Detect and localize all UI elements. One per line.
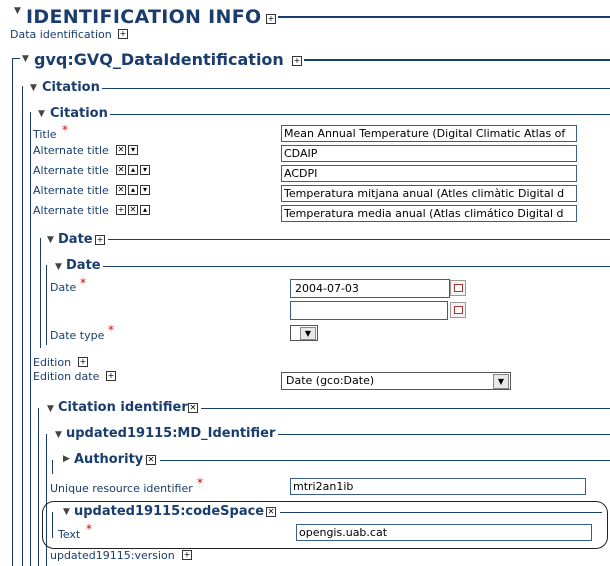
collapse-icon[interactable]: ▼ bbox=[38, 109, 45, 119]
collapse-icon[interactable]: ▼ bbox=[14, 6, 21, 16]
md-identifier-title: updated19115:MD_Identifier bbox=[66, 426, 276, 441]
code-space-title: updated19115:codeSpace bbox=[74, 504, 265, 519]
move-up-icon[interactable]: ▴ bbox=[128, 165, 138, 175]
alternate-title-label: Alternate title bbox=[33, 164, 109, 177]
add-plus-icon[interactable]: + bbox=[78, 357, 88, 367]
alternate-title-input-4[interactable]: Temperatura media anual (Atlas climático… bbox=[281, 205, 577, 222]
alternate-title-input-2[interactable]: ACDPI bbox=[281, 165, 577, 182]
title-input[interactable]: Mean Annual Temperature (Digital Climati… bbox=[281, 125, 577, 142]
expand-plus-icon[interactable]: + bbox=[266, 14, 276, 24]
expand-plus-icon[interactable]: + bbox=[95, 235, 105, 245]
calendar-icon[interactable] bbox=[450, 280, 466, 296]
date-type-select[interactable]: ▼ bbox=[290, 325, 318, 341]
collapse-icon[interactable]: ▼ bbox=[22, 54, 29, 64]
edition-label: Edition bbox=[33, 356, 72, 369]
edition-date-select[interactable]: Date (gco:Date) ▼ bbox=[281, 372, 511, 390]
date-input[interactable]: 2004-07-03 bbox=[290, 279, 450, 298]
date-inner-title: Date bbox=[66, 258, 101, 273]
date-label: Date bbox=[50, 281, 77, 294]
section-title: gvq:GVQ_DataIdentification bbox=[34, 50, 284, 69]
version-label: updated19115:version bbox=[50, 549, 175, 562]
alternate-title-label: Alternate title bbox=[33, 144, 109, 157]
collapse-icon[interactable]: ▼ bbox=[47, 235, 54, 245]
edition-date-label: Edition date bbox=[33, 370, 100, 383]
date-input-2[interactable] bbox=[290, 301, 448, 320]
collapse-icon[interactable]: ▼ bbox=[55, 430, 62, 440]
text-label: Text bbox=[58, 528, 81, 541]
required-marker: * bbox=[197, 476, 203, 490]
citation-outer-title: Citation bbox=[42, 80, 100, 95]
collapse-icon[interactable]: ▼ bbox=[47, 404, 54, 414]
data-identification-label: Data identification bbox=[10, 28, 112, 41]
alternate-title-label: Alternate title bbox=[33, 184, 109, 197]
add-plus-icon[interactable]: + bbox=[106, 371, 116, 381]
alternate-title-label: Alternate title bbox=[33, 204, 109, 217]
add-plus-icon[interactable]: + bbox=[182, 550, 192, 560]
required-marker: * bbox=[86, 522, 92, 536]
add-plus-icon[interactable]: + bbox=[116, 205, 126, 215]
remove-icon[interactable]: ✕ bbox=[128, 205, 138, 215]
required-marker: * bbox=[108, 323, 114, 337]
expand-plus-icon[interactable]: + bbox=[292, 56, 302, 66]
citation-inner-title: Citation bbox=[50, 106, 108, 121]
move-down-icon[interactable]: ▾ bbox=[128, 145, 138, 155]
remove-icon[interactable]: ✕ bbox=[116, 165, 126, 175]
authority-title: Authority bbox=[74, 452, 144, 467]
collapse-icon[interactable]: ▼ bbox=[55, 262, 62, 272]
collapse-icon[interactable]: ▼ bbox=[63, 507, 70, 517]
add-plus-icon[interactable]: + bbox=[118, 29, 128, 39]
date-type-label: Date type bbox=[50, 329, 105, 342]
chevron-down-icon[interactable]: ▼ bbox=[300, 327, 316, 340]
alternate-title-input-1[interactable]: CDAIP bbox=[281, 145, 577, 162]
title-label: Title bbox=[33, 128, 57, 141]
date-outer-title: Date bbox=[58, 232, 93, 247]
edition-date-value: Date (gco:Date) bbox=[286, 374, 375, 387]
remove-icon[interactable]: ✕ bbox=[146, 455, 156, 465]
code-space-text-input[interactable]: opengis.uab.cat bbox=[296, 524, 592, 541]
citation-identifier-title: Citation identifier bbox=[58, 400, 188, 415]
remove-icon[interactable]: ✕ bbox=[116, 185, 126, 195]
chevron-down-icon[interactable]: ▼ bbox=[493, 374, 509, 389]
move-up-icon[interactable]: ▴ bbox=[140, 205, 150, 215]
remove-icon[interactable]: ✕ bbox=[188, 403, 198, 413]
expand-section-icon[interactable]: ▶ bbox=[63, 454, 70, 464]
alternate-title-input-3[interactable]: Temperatura mitjana anual (Atles climàti… bbox=[281, 185, 577, 202]
unique-resource-identifier-label: Unique resource identifier bbox=[50, 482, 193, 495]
required-marker: * bbox=[62, 123, 68, 137]
remove-icon[interactable]: ✕ bbox=[116, 145, 126, 155]
move-down-icon[interactable]: ▾ bbox=[140, 165, 150, 175]
move-down-icon[interactable]: ▾ bbox=[140, 185, 150, 195]
unique-resource-identifier-input[interactable]: mtri2an1ib bbox=[290, 478, 586, 495]
collapse-icon[interactable]: ▼ bbox=[30, 83, 37, 93]
required-marker: * bbox=[80, 276, 86, 290]
remove-icon[interactable]: ✕ bbox=[266, 507, 276, 517]
calendar-icon[interactable] bbox=[450, 302, 466, 318]
page-title: IDENTIFICATION INFO bbox=[26, 6, 262, 28]
move-up-icon[interactable]: ▴ bbox=[128, 185, 138, 195]
